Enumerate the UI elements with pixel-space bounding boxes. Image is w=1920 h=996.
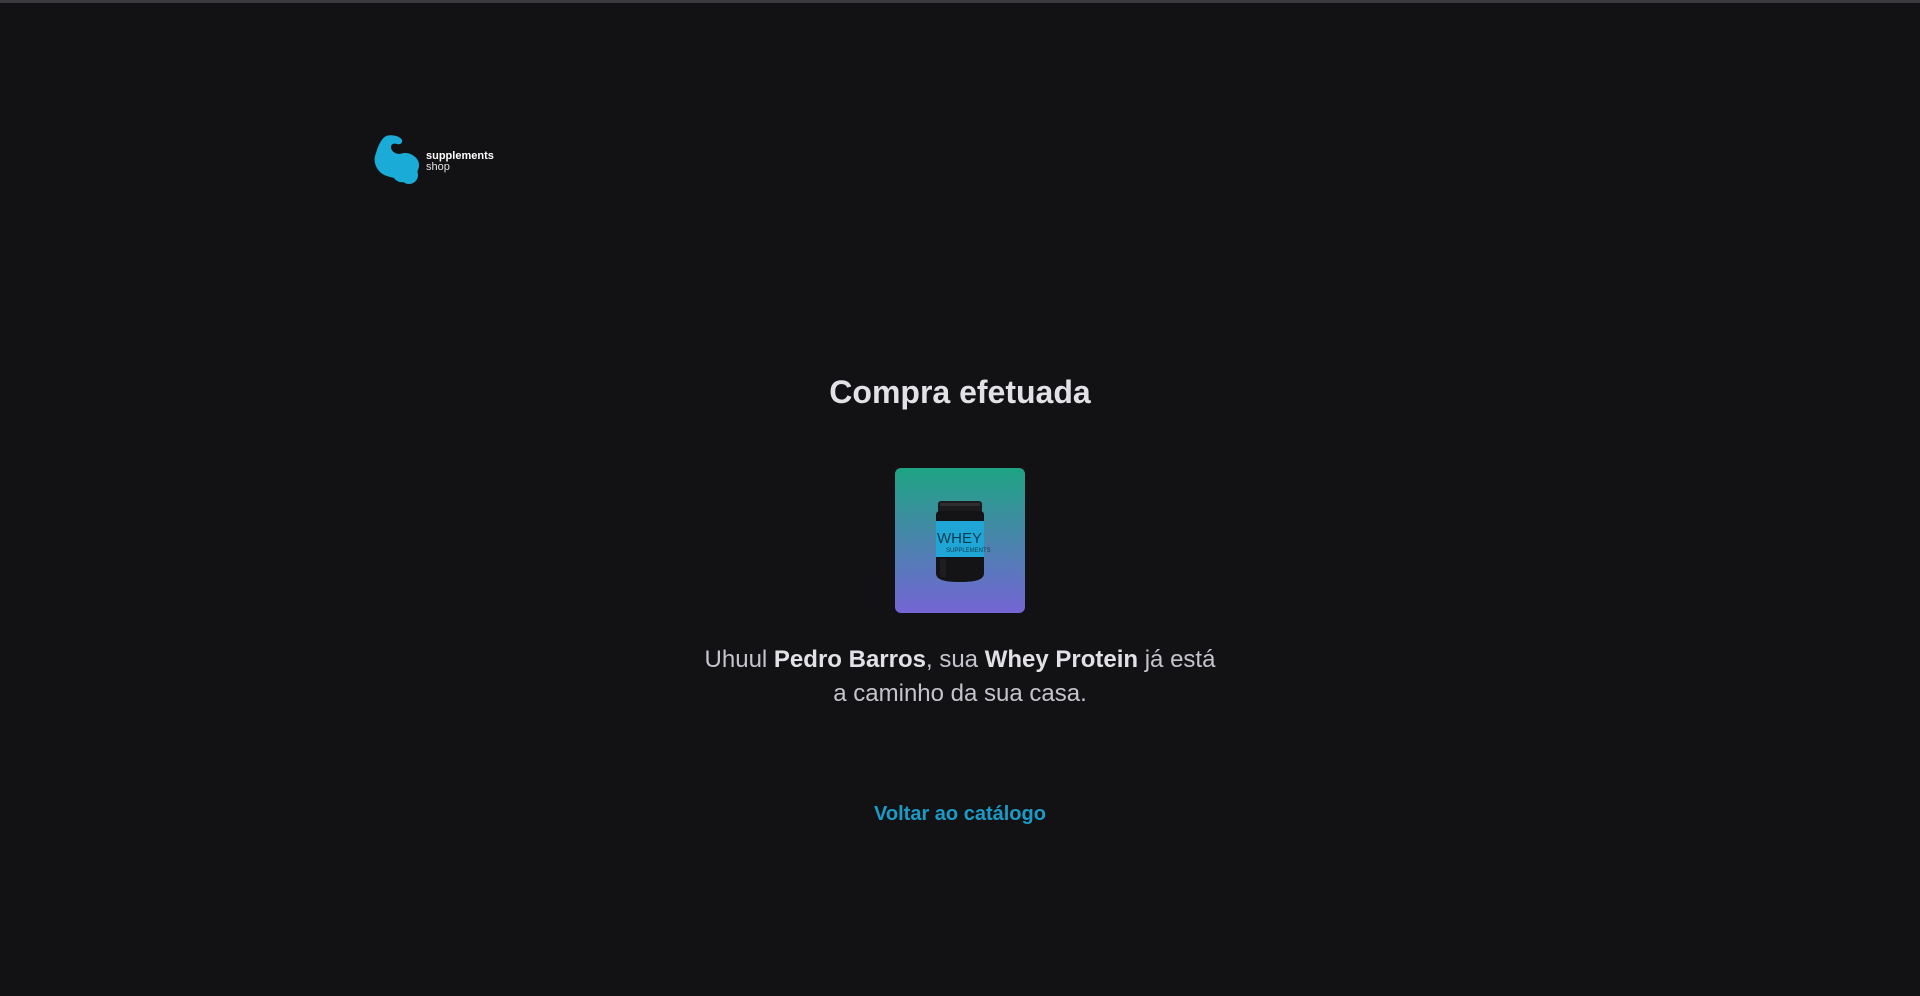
whey-jar-image: WHEY SUPPLEMENTS [936, 500, 991, 582]
product-image-card: WHEY SUPPLEMENTS [895, 468, 1025, 613]
page-title: Compra efetuada [829, 374, 1091, 410]
flexed-arm-icon [374, 135, 419, 184]
jar-label-sub: SUPPLEMENTS [946, 548, 991, 554]
top-border [0, 0, 1920, 3]
success-container: Compra efetuada WHEY SUPPLEMENTS Uhuul P… [0, 370, 1920, 826]
brand-line-2: shop [426, 161, 450, 173]
message-prefix: Uhuul [704, 646, 774, 673]
message-middle: , sua [925, 646, 985, 673]
jar-label-main: WHEY [937, 530, 982, 547]
product-name: Whey Protein [984, 646, 1139, 673]
customer-name: Pedro Barros [773, 646, 926, 673]
back-to-catalog-link[interactable]: Voltar ao catálogo [874, 803, 1046, 826]
success-message: Uhuul Pedro Barros, sua Whey Protein já … [700, 643, 1220, 711]
header: supplements shop [372, 132, 494, 186]
brand-wordmark: supplements shop [426, 151, 494, 173]
